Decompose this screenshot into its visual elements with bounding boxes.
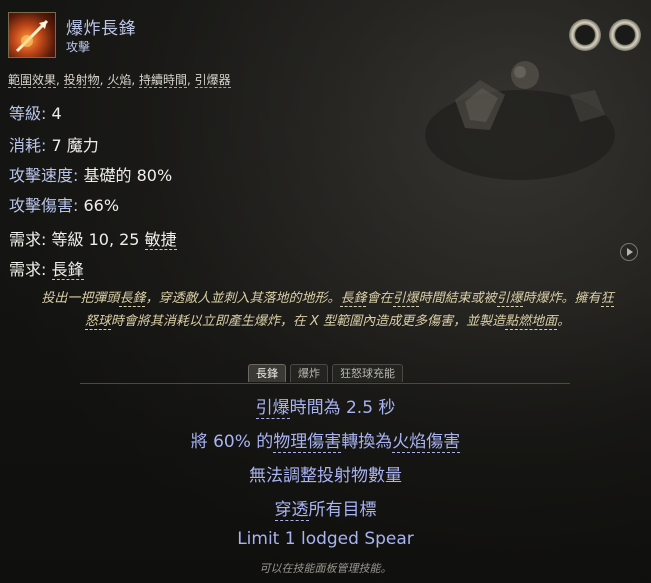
desc-text: 時間結束或被 [418, 291, 497, 306]
tab-spear[interactable]: 長鋒 [248, 364, 286, 382]
stat-level: 等級: 4 [9, 100, 62, 124]
stat-value: 4 [51, 104, 62, 123]
desc-text: 。 [557, 314, 571, 329]
skill-description: 投出一把彈頭長鋒，穿透敵人並刺入其落地的地形。長鋒會在引爆時間結束或被引爆時爆炸… [40, 287, 615, 333]
mod-text: 時間為 2.5 秒 [289, 398, 396, 418]
tag[interactable]: 投射物 [63, 73, 100, 88]
skill-name: 爆炸長鋒 [66, 19, 136, 39]
desc-text: 投出一把彈頭 [41, 291, 120, 306]
modifier-line: Limit 1 lodged Spear [237, 529, 414, 549]
tag[interactable]: 引爆器 [194, 73, 231, 88]
stat-attack-damage: 攻擊傷害: 66% [9, 192, 119, 216]
skill-tags: 範圍效果, 投射物, 火焰, 持續時間, 引爆器 [8, 73, 231, 88]
stat-cost: 消耗: 7 魔力 [9, 132, 99, 156]
stat-label: 攻擊傷害: [9, 196, 79, 215]
desc-text: 會在 [366, 291, 393, 306]
tab-frenzy-charge[interactable]: 狂怒球充能 [332, 364, 403, 382]
skill-header: 爆炸長鋒 攻擊 [0, 0, 651, 64]
mod-text: 將 60% 的 [190, 432, 274, 452]
stat-weapon-requirement: 需求: 長鋒 [9, 256, 84, 280]
socket-ring-icon[interactable] [609, 19, 641, 51]
stat-value: 等級 10, 25 [51, 230, 145, 249]
keyword-tabs: 長鋒 爆炸 狂怒球充能 [0, 364, 651, 384]
mod-keyword[interactable]: 物理傷害 [273, 432, 342, 453]
mod-text: 轉換為 [341, 432, 393, 452]
play-icon[interactable] [620, 243, 638, 261]
tag[interactable]: 持續時間 [138, 73, 187, 88]
stat-label: 攻擊速度: [9, 166, 79, 185]
desc-text: 時會將其消耗以立即產生爆炸，在 X 型範圍內造成更多傷害，並製造 [110, 314, 506, 329]
modifier-line: 無法調整投射物數量 [249, 466, 402, 486]
desc-keyword[interactable]: 引爆 [496, 291, 523, 307]
desc-keyword[interactable]: 長鋒 [340, 291, 367, 307]
stat-value: 7 魔力 [51, 136, 99, 155]
tab-divider [80, 383, 570, 384]
desc-keyword[interactable]: 點燃地面 [505, 314, 558, 330]
modifier-line: 引爆時間為 2.5 秒 [0, 393, 651, 419]
desc-keyword[interactable]: 長鋒 [119, 291, 146, 307]
desc-text: 時爆炸。擁有 [522, 291, 601, 306]
modifier-line: 將 60% 的物理傷害轉換為火焰傷害 [0, 427, 651, 453]
modifier-line: 穿透所有目標 [0, 495, 651, 521]
attribute-keyword[interactable]: 敏捷 [144, 230, 177, 250]
desc-keyword[interactable]: 引爆 [392, 291, 419, 307]
stat-label: 等級: [9, 104, 47, 123]
mod-keyword[interactable]: 引爆 [255, 398, 290, 419]
mod-text: 所有目標 [308, 500, 377, 520]
stat-requirement: 需求: 等級 10, 25 敏捷 [9, 226, 177, 250]
mod-keyword[interactable]: 火焰傷害 [392, 432, 461, 453]
stat-label: 需求: [9, 230, 47, 249]
mod-keyword[interactable]: 穿透 [274, 500, 309, 521]
stat-label: 消耗: [9, 136, 47, 155]
tab-explosion[interactable]: 爆炸 [290, 364, 328, 382]
footer-hint: 可以在技能面板管理技能。 [259, 562, 392, 575]
tag[interactable]: 範圍效果 [8, 73, 57, 88]
desc-text: ，穿透敵人並刺入其落地的地形。 [145, 291, 341, 306]
tag[interactable]: 火焰 [107, 73, 132, 88]
stat-value: 66% [83, 196, 120, 215]
weapon-keyword[interactable]: 長鋒 [51, 260, 84, 280]
stat-attack-speed: 攻擊速度: 基礎的 80% [9, 162, 172, 186]
stat-label: 需求: [9, 260, 47, 279]
fire-spear-skill-icon [8, 12, 56, 58]
socket-ring-icon[interactable] [569, 19, 601, 51]
skill-category: 攻擊 [66, 40, 91, 54]
stat-value: 基礎的 80% [83, 166, 173, 185]
